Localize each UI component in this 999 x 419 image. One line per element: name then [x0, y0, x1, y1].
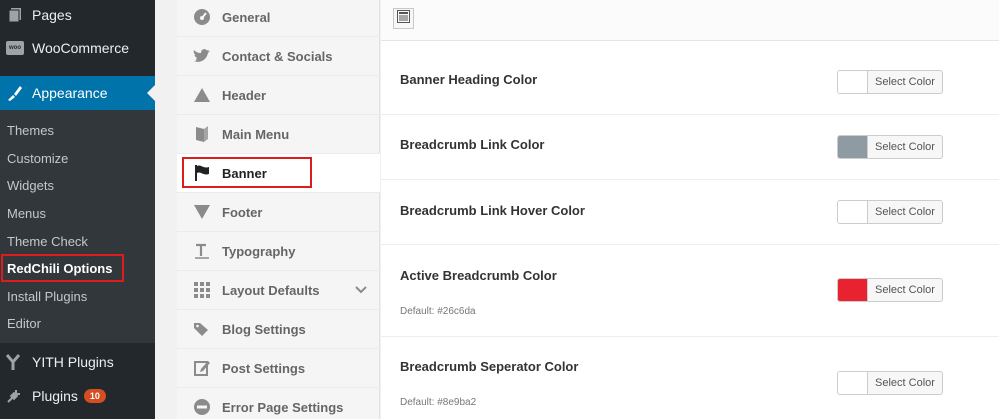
- options-panel-nav: General Contact & Socials Header Main Me…: [177, 0, 380, 419]
- field-default-hint: Default: #26c6da: [400, 306, 476, 317]
- tab-contact-socials[interactable]: Contact & Socials: [177, 37, 380, 76]
- select-color-button[interactable]: Select Color: [837, 278, 943, 302]
- pages-icon: [6, 6, 24, 24]
- panel-toolbar: [381, 0, 999, 41]
- tab-post-settings[interactable]: Post Settings: [177, 349, 380, 388]
- field-row-breadcrumb-link-hover-color: Breadcrumb Link Hover Color Select Color: [381, 180, 999, 245]
- tab-footer[interactable]: Footer: [177, 193, 380, 232]
- select-color-button[interactable]: Select Color: [837, 70, 943, 94]
- triangle-down-icon: [192, 203, 212, 221]
- edit-icon: [192, 359, 212, 377]
- color-swatch: [838, 201, 868, 223]
- field-label: Active Breadcrumb Color: [400, 268, 557, 283]
- field-row-banner-heading-color: Banner Heading Color Select Color: [381, 42, 999, 115]
- highlight-box-banner: [182, 157, 312, 188]
- paintbrush-icon: [6, 84, 24, 102]
- text-icon: [192, 242, 212, 260]
- select-color-button[interactable]: Select Color: [837, 135, 943, 159]
- tab-error-page-settings[interactable]: Error Page Settings: [177, 388, 380, 419]
- submenu-menus[interactable]: Menus: [0, 200, 155, 228]
- menu-item-label: WooCommerce: [32, 40, 129, 56]
- select-color-button[interactable]: Select Color: [837, 200, 943, 224]
- banner-settings-panel: Banner Heading Color Select Color Breadc…: [381, 0, 999, 419]
- menu-item-plugins[interactable]: Plugins 10: [0, 379, 155, 413]
- no-entry-icon: [192, 398, 212, 416]
- highlight-box-redchili: [1, 254, 124, 282]
- dashboard-icon: [192, 8, 212, 26]
- submenu-customize[interactable]: Customize: [0, 145, 155, 173]
- plug-icon: [6, 387, 24, 405]
- menu-item-label: Plugins: [32, 388, 78, 404]
- twitter-icon: [192, 47, 212, 65]
- menu-item-yith-plugins[interactable]: YITH Plugins: [0, 345, 155, 379]
- tab-blog-settings[interactable]: Blog Settings: [177, 310, 380, 349]
- yith-icon: [6, 353, 24, 371]
- field-row-breadcrumb-link-color: Breadcrumb Link Color Select Color: [381, 115, 999, 180]
- chevron-down-icon[interactable]: [354, 283, 368, 298]
- field-row-breadcrumb-seperator-color: Breadcrumb Seperator Color Default: #8e9…: [381, 337, 999, 419]
- tab-main-menu[interactable]: Main Menu: [177, 115, 380, 154]
- menu-item-label: YITH Plugins: [32, 354, 114, 370]
- menu-item-woocommerce[interactable]: woo WooCommerce: [0, 30, 129, 66]
- field-label: Breadcrumb Link Hover Color: [400, 203, 585, 218]
- submenu-themes[interactable]: Themes: [0, 117, 155, 145]
- current-arrow: [147, 85, 155, 101]
- layout-icon: [397, 9, 410, 28]
- wp-admin-menu: Pages woo WooCommerce Appearance Themes …: [0, 0, 155, 419]
- expand-panel-button[interactable]: [393, 8, 414, 29]
- appearance-submenu: Themes Customize Widgets Menus Theme Che…: [0, 110, 155, 343]
- tab-general[interactable]: General: [177, 0, 380, 37]
- menu-item-label: Pages: [32, 7, 72, 23]
- field-label: Banner Heading Color: [400, 72, 538, 87]
- book-icon: [192, 125, 212, 143]
- field-label: Breadcrumb Link Color: [400, 137, 545, 152]
- tab-typography[interactable]: Typography: [177, 232, 380, 271]
- grid-icon: [192, 281, 212, 299]
- color-swatch: [838, 372, 868, 394]
- menu-item-pages[interactable]: Pages: [0, 0, 155, 30]
- submenu-widgets[interactable]: Widgets: [0, 172, 155, 200]
- tab-header[interactable]: Header: [177, 76, 380, 115]
- woocommerce-icon: woo: [6, 39, 24, 57]
- tags-icon: [192, 320, 212, 338]
- field-default-hint: Default: #8e9ba2: [400, 397, 477, 408]
- select-color-button[interactable]: Select Color: [837, 371, 943, 395]
- field-row-active-breadcrumb-color: Active Breadcrumb Color Default: #26c6da…: [381, 245, 999, 337]
- field-label: Breadcrumb Seperator Color: [400, 359, 579, 374]
- submenu-editor[interactable]: Editor: [0, 310, 155, 338]
- submenu-install-plugins[interactable]: Install Plugins: [0, 283, 155, 311]
- plugins-update-count: 10: [83, 389, 106, 403]
- menu-item-appearance[interactable]: Appearance: [0, 76, 155, 110]
- tab-layout-defaults[interactable]: Layout Defaults: [177, 271, 380, 310]
- triangle-up-icon: [192, 86, 212, 104]
- color-swatch: [838, 279, 868, 301]
- submenu-theme-check[interactable]: Theme Check: [0, 227, 155, 255]
- menu-item-label: Appearance: [32, 85, 108, 101]
- color-swatch: [838, 136, 868, 158]
- color-swatch: [838, 71, 868, 93]
